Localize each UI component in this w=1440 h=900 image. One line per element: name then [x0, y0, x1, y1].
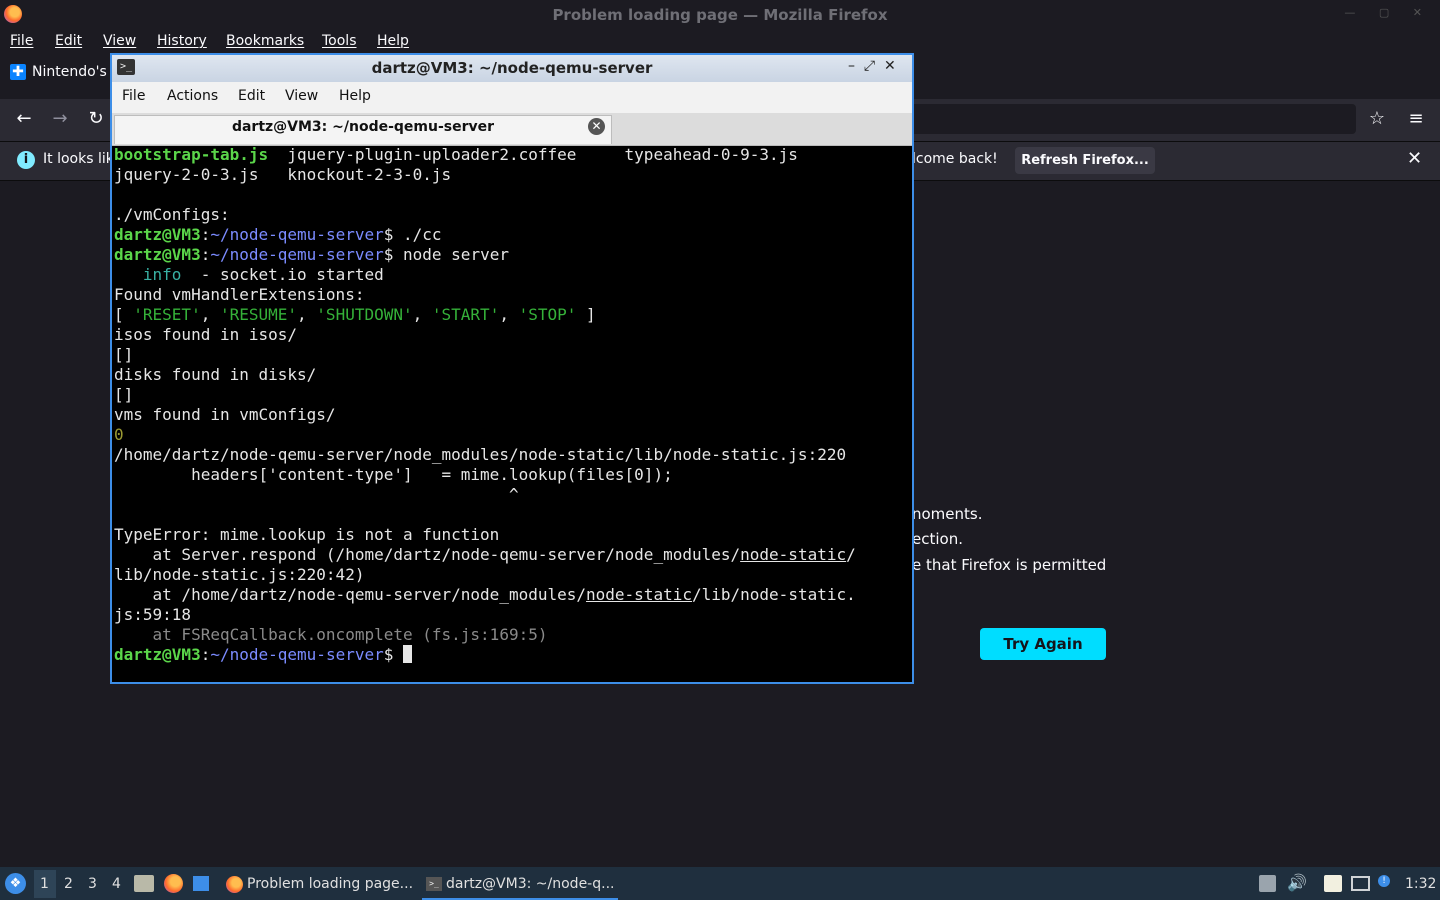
term-menu-edit[interactable]: Edit — [238, 88, 265, 104]
firefox-tab[interactable]: ✚ Nintendo's e — [6, 64, 116, 90]
file-manager-icon[interactable] — [134, 875, 154, 892]
taskbar-task-firefox[interactable]: Problem loading page... — [222, 870, 416, 898]
ff-menu-history[interactable]: History — [157, 33, 207, 49]
back-arrow-icon[interactable]: ← — [12, 108, 36, 129]
ff-menu-edit[interactable]: Edit — [55, 33, 82, 49]
firefox-window-controls[interactable]: — ▢ ✕ — [1344, 6, 1432, 19]
close-icon[interactable]: ✕ — [1407, 148, 1422, 169]
workspace-3[interactable]: 3 — [88, 876, 97, 892]
refresh-firefox-button[interactable]: Refresh Firefox... — [1015, 147, 1155, 174]
terminal-output[interactable]: bootstrap-tab.js jquery-plugin-uploader2… — [114, 145, 910, 681]
terminal-prompt-line: dartz@VM3:~/node-qemu-server$ node serve… — [114, 245, 509, 264]
workspace-4[interactable]: 4 — [112, 876, 121, 892]
terminal-line: /home/dartz/node-qemu-server/node_module… — [114, 445, 847, 464]
terminal-icon: >_ — [426, 877, 442, 891]
volume-icon[interactable]: 🔊 — [1287, 873, 1307, 892]
taskbar-task-label: Problem loading page... — [247, 876, 414, 892]
tab-close-icon[interactable]: ✕ — [588, 118, 605, 135]
terminal-cursor — [403, 645, 413, 663]
firefox-menubar: File Edit View History Bookmarks Tools H… — [0, 29, 1440, 53]
terminal-line: at FSReqCallback.oncomplete (fs.js:169:5… — [114, 625, 548, 644]
update-notification-icon[interactable]: ! — [1378, 875, 1390, 887]
term-menu-help[interactable]: Help — [339, 88, 371, 104]
try-again-button[interactable]: Try Again — [980, 628, 1106, 660]
bookmark-star-icon[interactable]: ☆ — [1365, 108, 1389, 129]
terminal-line: at Server.respond (/home/dartz/node-qemu… — [114, 545, 856, 564]
term-menu-actions[interactable]: Actions — [167, 88, 218, 104]
terminal-line: vms found in vmConfigs/ — [114, 405, 336, 424]
reload-icon[interactable]: ↻ — [84, 108, 108, 129]
terminal-line: [ 'RESET', 'RESUME', 'SHUTDOWN', 'START'… — [114, 305, 596, 324]
hamburger-menu-icon[interactable]: ≡ — [1404, 108, 1428, 129]
firefox-launcher-icon[interactable] — [164, 874, 183, 893]
terminal-menubar: File Actions Edit View Help — [112, 82, 912, 113]
terminal-line: [] — [114, 345, 134, 364]
clipboard-icon[interactable] — [1324, 875, 1342, 892]
taskbar — [0, 867, 1440, 900]
taskbar-task-label: dartz@VM3: ~/node-q... — [446, 876, 615, 892]
terminal-line: 0 — [114, 425, 124, 444]
terminal-window-controls: – ⤢ ✕ — [848, 58, 896, 74]
terminal-prompt-line: dartz@VM3:~/node-qemu-server$ — [114, 645, 413, 665]
nintendo-favicon-icon: ✚ — [10, 64, 26, 80]
error-text-line: e that Firefox is permitted — [912, 556, 1107, 574]
terminal-line: ./vmConfigs: — [114, 205, 230, 224]
forward-arrow-icon[interactable]: → — [48, 108, 72, 129]
maximize-icon[interactable]: ⤢ — [864, 58, 875, 74]
terminal-prompt-line: dartz@VM3:~/node-qemu-server$ ./cc — [114, 225, 442, 244]
error-text-line: noments. — [912, 505, 983, 523]
network-icon[interactable] — [1351, 876, 1370, 891]
taskbar-task-terminal[interactable]: >_ dartz@VM3: ~/node-q... — [422, 870, 618, 900]
terminal-line: js:59:18 — [114, 605, 192, 624]
terminal-line: [] — [114, 385, 134, 404]
workspace-2[interactable]: 2 — [64, 876, 73, 892]
notification-welcome-text: lcome back! — [912, 151, 998, 167]
close-icon[interactable]: ✕ — [884, 58, 896, 74]
start-menu-icon[interactable]: ❖ — [5, 873, 26, 894]
firefox-icon — [226, 875, 243, 893]
notification-text: It looks lik — [43, 151, 114, 167]
info-icon: i — [17, 151, 35, 169]
term-menu-file[interactable]: File — [122, 88, 145, 104]
ff-menu-help[interactable]: Help — [377, 33, 409, 49]
ff-menu-tools[interactable]: Tools — [322, 33, 357, 49]
terminal-line: TypeError: mime.lookup is not a function — [114, 525, 500, 544]
terminal-tab-label: dartz@VM3: ~/node-qemu-server — [231, 119, 495, 135]
url-bar[interactable] — [900, 104, 1356, 134]
terminal-line: lib/node-static.js:220:42) — [114, 565, 365, 584]
firefox-tab-title: Nintendo's e — [32, 64, 116, 80]
clock[interactable]: 1:32 — [1405, 876, 1436, 892]
error-text-line: ection. — [912, 530, 963, 548]
workspace-1[interactable]: 1 — [40, 876, 49, 892]
terminal-line: headers['content-type'] = mime.lookup(fi… — [114, 465, 673, 484]
show-desktop-icon[interactable] — [193, 876, 209, 891]
terminal-line: info - socket.io started — [142, 265, 384, 284]
terminal-line: ^ — [114, 485, 519, 504]
ff-menu-view[interactable]: View — [103, 33, 136, 49]
terminal-line: at /home/dartz/node-qemu-server/node_mod… — [114, 585, 856, 604]
ff-menu-bookmarks[interactable]: Bookmarks — [226, 33, 304, 49]
term-menu-view[interactable]: View — [285, 88, 318, 104]
tray-eject-icon[interactable] — [1259, 875, 1276, 892]
terminal-line: Found vmHandlerExtensions: — [114, 285, 365, 304]
terminal-line: jquery-2-0-3.js knockout-2-3-0.js — [114, 165, 452, 184]
terminal-window-title: dartz@VM3: ~/node-qemu-server — [371, 59, 653, 77]
terminal-line: disks found in disks/ — [114, 365, 317, 384]
ff-menu-file[interactable]: File — [10, 33, 33, 49]
minimize-icon[interactable]: – — [848, 58, 855, 74]
firefox-window-title: Problem loading page — Mozilla Firefox — [552, 6, 888, 24]
terminal-line: bootstrap-tab.js jquery-plugin-uploader2… — [114, 145, 798, 164]
terminal-line: isos found in isos/ — [114, 325, 298, 344]
